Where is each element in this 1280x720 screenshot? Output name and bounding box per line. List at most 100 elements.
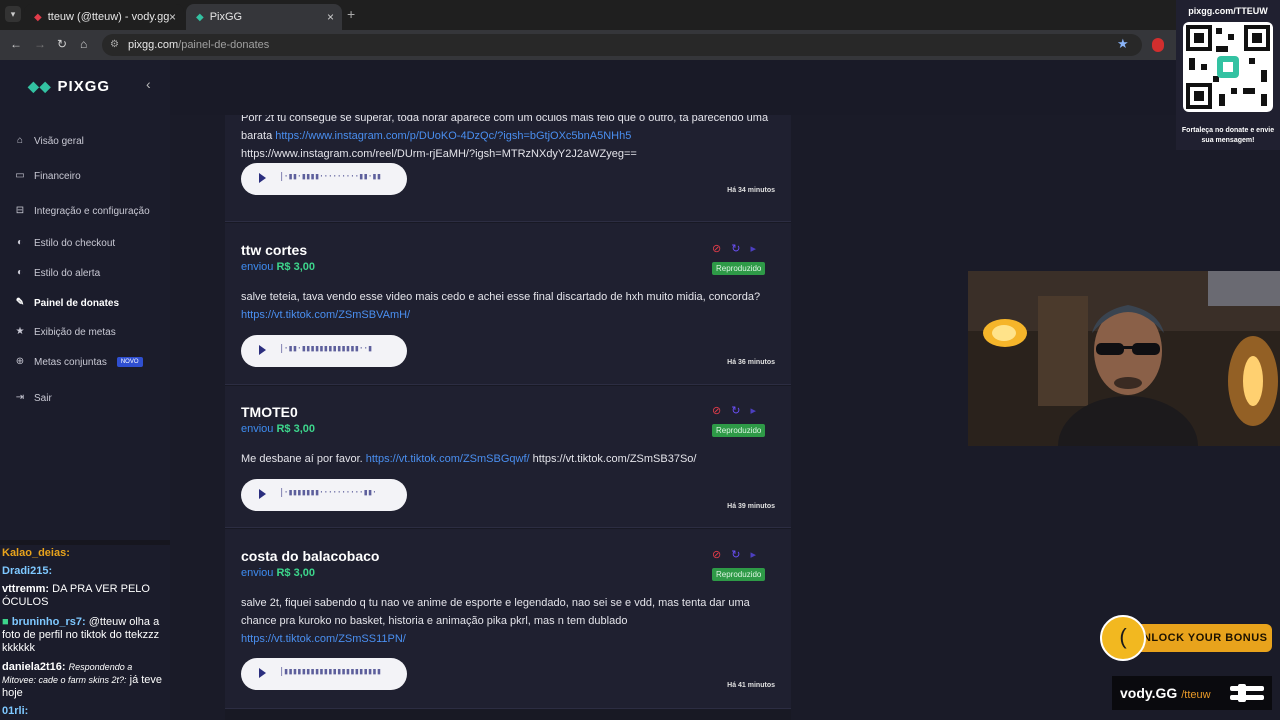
donation-actions: ⊘ ↻ ▸ — [712, 404, 756, 417]
audio-player[interactable]: |·▮▮·▮▮▮▮▮▮▮▮▮▮▮▮▮··▮ — [241, 335, 407, 367]
message-link[interactable]: https://vt.tiktok.com/ZSmSBVAmH/ — [241, 309, 410, 321]
sidebar: ◆◆ PIXGG ‹ ⌂ Visão geral ▭ Financeiro ⊟ … — [0, 60, 170, 540]
close-tab-icon[interactable]: × — [169, 10, 176, 24]
sidebar-item-financeiro[interactable]: ▭ Financeiro — [14, 170, 81, 182]
sidebar-item-label: Integração e configuração — [34, 205, 150, 217]
donation-card: Porr 2t tu consegue se superar, toda hor… — [225, 115, 791, 222]
sidebar-item-sair[interactable]: ⇥ Sair — [14, 392, 52, 404]
message-text: salve 2t, fiquei sabendo q tu nao ve ani… — [241, 597, 750, 627]
donor-name: costa do balacobaco — [241, 548, 380, 564]
block-icon[interactable]: ⊘ — [712, 242, 721, 255]
bonus-logo-icon: ( — [1100, 615, 1146, 661]
sidebar-item-label: Financeiro — [34, 170, 81, 182]
palette-icon: ◐ — [16, 237, 24, 248]
chat-message: vttremm: DA PRA VER PELO ÓCULOS — [2, 583, 166, 609]
chat-username: Kalao_deias: — [2, 547, 70, 559]
donation-message: Me desbane aí por favor. https://vt.tikt… — [241, 450, 777, 468]
bookmark-star-icon[interactable]: ★ — [1117, 36, 1129, 52]
sidebar-item-metas-conjuntas[interactable]: ⊕ Metas conjuntas NOVO — [14, 356, 143, 368]
new-tab-button[interactable]: + — [347, 6, 355, 22]
tab-search-button[interactable]: ▾ — [5, 6, 21, 22]
qr-code-graphic — [1186, 25, 1270, 109]
sidebar-item-exibicao-metas[interactable]: ★ Exibição de metas — [14, 326, 116, 338]
chat-message: daniela2t16: Respondendo a Mitovee: cade… — [2, 661, 166, 700]
wallet-icon: ▭ — [15, 170, 25, 181]
play-icon[interactable] — [259, 345, 266, 355]
chat-username: Dradi215: — [2, 565, 53, 577]
donation-time: Há 41 minutos — [727, 682, 775, 689]
donation-amount-line: enviou R$ 3,00 — [241, 423, 315, 435]
unlock-bonus-label: UNLOCK YOUR BONUS — [1130, 624, 1272, 652]
audio-waveform: |▮▮▮▮▮▮▮▮▮▮▮▮▮▮▮▮▮▮▮▮▮▮ — [279, 667, 382, 677]
brand-name: PIXGG — [57, 78, 111, 95]
tab-title: PixGG — [209, 11, 243, 23]
status-badge: Reproduzido — [712, 424, 766, 437]
tab-pixgg[interactable]: ◆ PixGG × — [186, 4, 342, 30]
extension-icon[interactable] — [1152, 38, 1164, 52]
address-bar-row: ← → ↻ ⌂ ⚙ pixgg.com/painel-de-donates ★ — [0, 30, 1280, 60]
reload-icon[interactable]: ↻ — [57, 37, 67, 51]
play-icon[interactable] — [259, 489, 266, 499]
home-icon[interactable]: ⌂ — [80, 37, 87, 51]
qr-code — [1183, 22, 1273, 112]
qr-overlay: pixgg.com/TTEUW Fortaleça no donate e en… — [1176, 0, 1280, 150]
site-settings-icon[interactable]: ⚙ — [110, 34, 119, 56]
message-link[interactable]: https://vt.tiktok.com/ZSmSS11PN/ — [241, 633, 406, 645]
qr-url: pixgg.com/TTEUW — [1188, 6, 1268, 16]
skip-icon[interactable]: ▸ — [750, 242, 756, 255]
unlock-bonus-banner[interactable]: UNLOCK YOUR BONUS ( — [1100, 615, 1272, 661]
sidebar-item-estilo-checkout[interactable]: ◐ Estilo do checkout — [14, 237, 115, 249]
logout-icon: ⇥ — [15, 392, 25, 403]
star-icon: ★ — [15, 326, 25, 337]
sidebar-item-integracao[interactable]: ⊟ Integração e configuração — [14, 205, 150, 217]
browser-tab-bar: ▾ ◆ tteuw (@tteuw) - vody.gg × ◆ PixGG ×… — [0, 0, 1280, 30]
donation-amount-line: enviou R$ 3,00 — [241, 261, 315, 273]
replay-icon[interactable]: ↻ — [731, 548, 740, 561]
sidebar-item-label: Painel de donates — [34, 297, 120, 309]
vody-favicon-icon: ◆ — [34, 11, 42, 23]
url-host: pixgg.com — [128, 39, 179, 51]
audio-player[interactable]: |▮▮▮▮▮▮▮▮▮▮▮▮▮▮▮▮▮▮▮▮▮▮ — [241, 658, 407, 690]
forward-icon[interactable]: → — [34, 37, 46, 51]
brush-icon: ✎ — [15, 297, 25, 308]
url-input[interactable]: ⚙ pixgg.com/painel-de-donates — [102, 34, 1142, 56]
collapse-sidebar-icon[interactable]: ‹ — [146, 76, 151, 92]
audio-player[interactable]: |·▮▮▮▮▮▮▮··········▮▮· — [241, 479, 407, 511]
replay-icon[interactable]: ↻ — [731, 242, 740, 255]
chat-username: 01rli: — [2, 705, 29, 717]
vody-banner: vody.GG /tteuw — [1112, 676, 1272, 710]
donation-feed[interactable]: Porr 2t tu consegue se superar, toda hor… — [225, 115, 791, 720]
message-link[interactable]: https://www.instagram.com/p/DUoKO-4DzQc/… — [275, 130, 631, 142]
sidebar-item-visao-geral[interactable]: ⌂ Visão geral — [14, 135, 84, 147]
donation-amount: R$ 3,00 — [276, 423, 316, 435]
play-icon[interactable] — [259, 668, 266, 678]
sidebar-item-estilo-alerta[interactable]: ◐ Estilo do alerta — [14, 267, 100, 279]
sent-label: enviou — [241, 261, 274, 273]
chat-username: vttremm: — [2, 583, 50, 595]
skip-icon[interactable]: ▸ — [750, 548, 756, 561]
donor-name: TMOTE0 — [241, 404, 298, 420]
close-tab-icon[interactable]: × — [327, 10, 334, 24]
vody-handle: /tteuw — [1181, 689, 1211, 701]
play-icon[interactable] — [259, 173, 266, 183]
tab-vody[interactable]: ◆ tteuw (@tteuw) - vody.gg × — [24, 4, 184, 30]
donation-card: ttw cortes enviou R$ 3,00 ⊘ ↻ ▸ Reproduz… — [225, 223, 791, 385]
message-link[interactable]: https://vt.tiktok.com/ZSmSBGqwf/ — [366, 453, 530, 465]
plug-icon: ⊟ — [15, 205, 25, 216]
sidebar-item-label: Metas conjuntas — [34, 356, 107, 368]
chat-message: Kalao_deias: — [2, 547, 166, 560]
replay-icon[interactable]: ↻ — [731, 404, 740, 417]
block-icon[interactable]: ⊘ — [712, 404, 721, 417]
donation-card: TMOTE0 enviou R$ 3,00 ⊘ ↻ ▸ Reproduzido … — [225, 386, 791, 528]
back-icon[interactable]: ← — [10, 37, 22, 51]
pixgg-logo-icon: ◆◆ — [28, 78, 52, 94]
block-icon[interactable]: ⊘ — [712, 548, 721, 561]
donation-time: Há 39 minutos — [727, 503, 775, 510]
donor-name: ttw cortes — [241, 242, 308, 258]
skip-icon[interactable]: ▸ — [750, 404, 756, 417]
message-text: https://www.instagram.com/reel/DUrm-rjEa… — [241, 148, 637, 160]
sidebar-item-painel-donates[interactable]: ✎ Painel de donates — [14, 297, 119, 309]
audio-player[interactable]: |·▮▮·▮▮▮▮·········▮▮·▮▮ — [241, 163, 407, 195]
content-gutter-left — [170, 115, 225, 720]
brand-logo[interactable]: ◆◆ PIXGG — [28, 78, 110, 95]
